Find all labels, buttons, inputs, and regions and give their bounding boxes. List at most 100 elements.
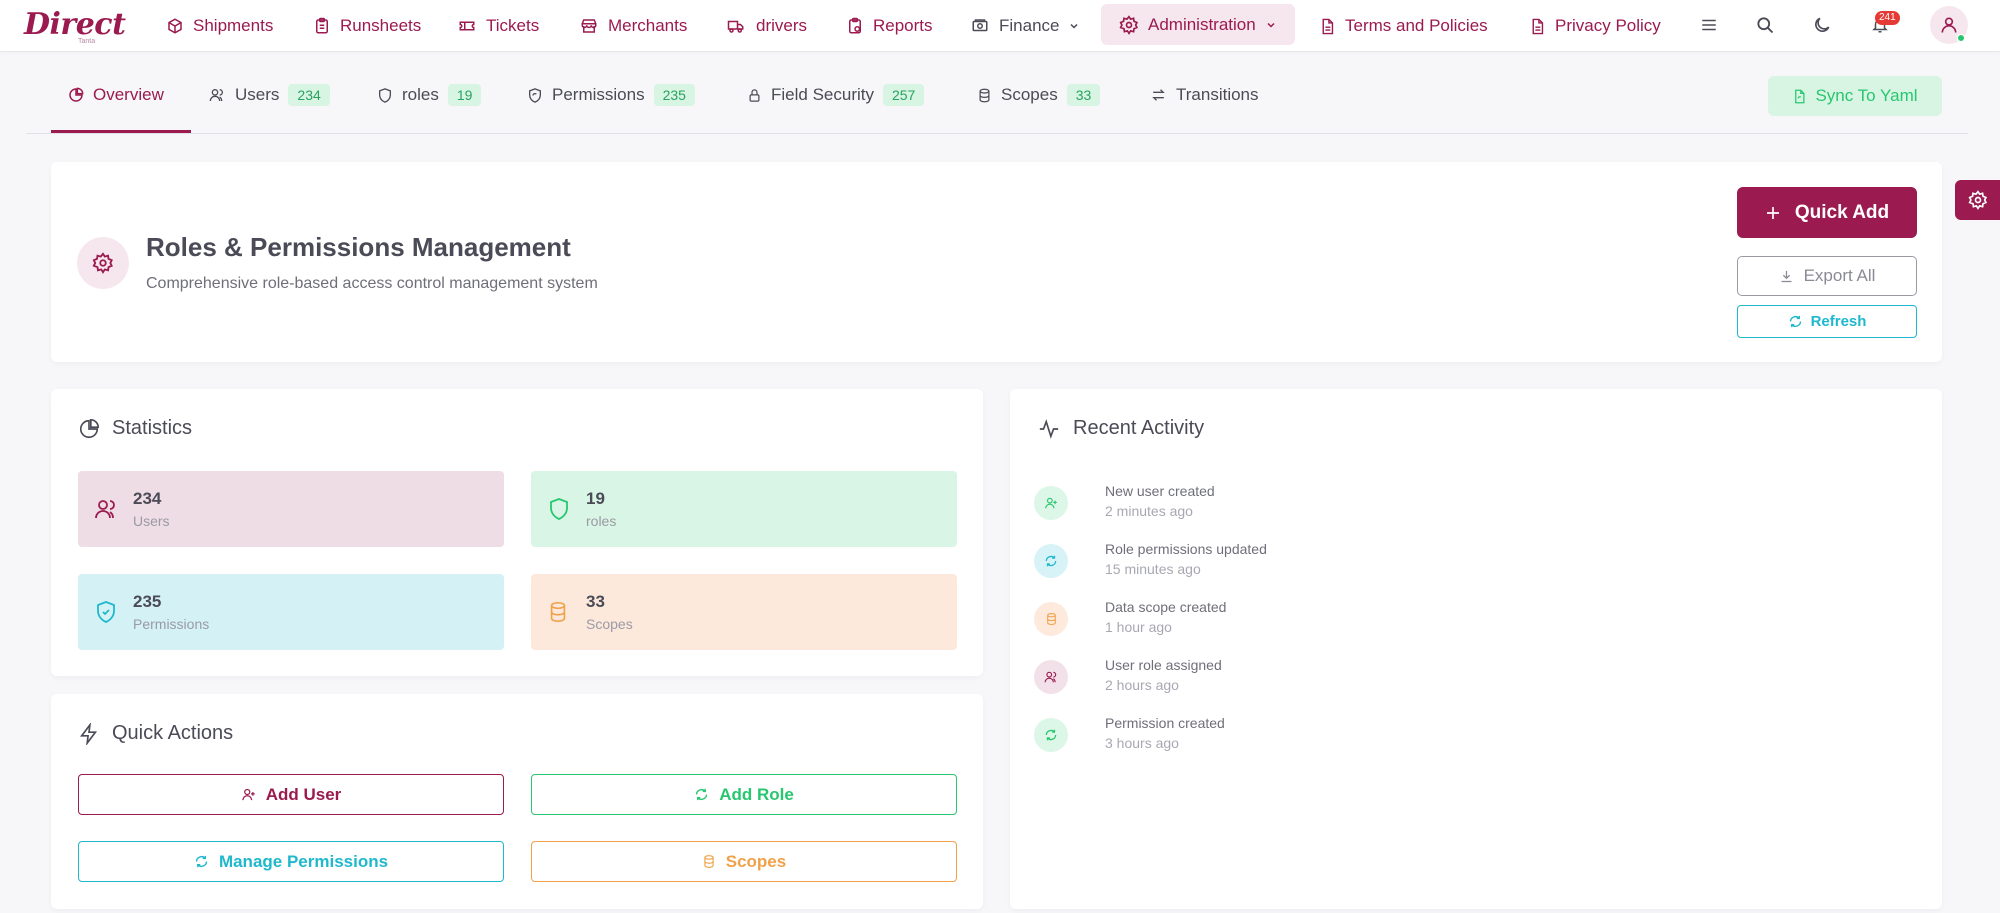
online-status-dot — [1957, 34, 1965, 42]
add-user-label: Add User — [265, 784, 342, 804]
nav-tickets[interactable]: Tickets — [457, 13, 539, 39]
tab-label: Field Security — [771, 85, 874, 104]
activity-time: 3 hours ago — [1105, 735, 1179, 751]
nav-label: Runsheets — [340, 16, 422, 35]
stat-value: 235 — [133, 592, 162, 611]
sync-to-yaml-button[interactable]: Sync To Yaml — [1768, 76, 1942, 116]
nav-label: Finance — [999, 16, 1060, 35]
lock-icon — [749, 88, 760, 102]
gear-icon — [1119, 14, 1139, 35]
tabs-divider — [26, 133, 1968, 134]
arrows-icon — [1152, 89, 1165, 101]
tab-transitions[interactable]: Transitions — [1150, 80, 1259, 110]
cash-icon — [972, 19, 988, 32]
recent-activity-title: Recent Activity — [1037, 417, 1204, 440]
activity-title: Data scope created — [1105, 599, 1227, 615]
shield-icon — [379, 87, 391, 103]
nav-drivers[interactable]: drivers — [725, 13, 807, 39]
nav-label: Privacy Policy — [1555, 16, 1661, 35]
stat-tile-permissions[interactable]: 235 Permissions — [78, 574, 504, 650]
tab-overview[interactable]: Overview — [68, 80, 164, 110]
tab-count-badge: 234 — [288, 84, 330, 106]
statistics-card: Statistics 234 Users 19 roles 235 Permis… — [51, 389, 983, 676]
brand-logo[interactable]: Direct Tanta — [24, 7, 134, 45]
tab-users[interactable]: Users 234 — [208, 80, 330, 110]
manage-permissions-button[interactable]: Manage Permissions — [78, 841, 504, 882]
statistics-title-text: Statistics — [112, 417, 193, 439]
chevron-down-icon — [1070, 23, 1079, 29]
search-button[interactable] — [1752, 12, 1778, 38]
tab-count-badge: 235 — [653, 84, 695, 106]
sync-label: Sync To Yaml — [1815, 86, 1918, 105]
chart-pie-icon — [69, 87, 84, 102]
activity-dot — [1034, 660, 1068, 694]
nav-reports[interactable]: Reports — [846, 13, 933, 39]
stat-value: 33 — [586, 592, 605, 611]
logo-subtext: Tanta — [78, 38, 96, 45]
hamburger-icon — [1702, 19, 1716, 31]
nav-privacy-policy[interactable]: Privacy Policy — [1529, 13, 1661, 39]
tab-count-badge: 33 — [1066, 84, 1101, 106]
activity-time: 15 minutes ago — [1105, 561, 1201, 577]
activity-dot — [1034, 544, 1068, 578]
search-icon — [1757, 17, 1774, 34]
refresh-icon — [1789, 315, 1801, 328]
tab-permissions[interactable]: Permissions 235 — [527, 80, 695, 110]
page-subtitle: Comprehensive role-based access control … — [146, 275, 598, 292]
quick-add-button[interactable]: Quick Add — [1737, 187, 1917, 238]
activity-item: User role assigned 2 hours ago — [1034, 655, 1734, 699]
nav-administration-dropdown[interactable]: Administration — [1101, 4, 1295, 45]
chart-pie-icon — [79, 418, 99, 438]
activity-item: Data scope created 1 hour ago — [1034, 597, 1734, 641]
logo-text: Direct — [24, 7, 126, 42]
tab-label: roles — [402, 85, 439, 104]
nav-runsheets[interactable]: Runsheets — [313, 13, 421, 39]
activity-time: 2 minutes ago — [1105, 503, 1193, 519]
moon-icon — [1815, 17, 1830, 32]
export-all-label: Export All — [1803, 266, 1876, 285]
theme-toggle-button[interactable] — [1809, 12, 1835, 38]
add-user-button[interactable]: Add User — [78, 774, 504, 815]
activity-dot — [1034, 486, 1068, 520]
refresh-label: Refresh — [1810, 313, 1867, 330]
stat-label: Users — [133, 513, 170, 529]
tab-field-security[interactable]: Field Security 257 — [747, 80, 925, 110]
nav-shipments[interactable]: Shipments — [166, 13, 273, 39]
tab-label: Transitions — [1176, 85, 1259, 104]
refresh-icon — [696, 788, 708, 801]
nav-label: Tickets — [486, 16, 540, 35]
database-icon — [979, 88, 990, 102]
menu-button[interactable] — [1696, 12, 1722, 38]
page-title: Roles & Permissions Management — [146, 232, 571, 262]
nav-merchants[interactable]: Merchants — [579, 13, 687, 39]
tab-label: Scopes — [1001, 85, 1058, 104]
activity-time: 1 hour ago — [1105, 619, 1172, 635]
customizer-toggle[interactable] — [1955, 180, 2000, 220]
stat-label: Permissions — [133, 616, 210, 632]
export-all-button[interactable]: Export All — [1737, 256, 1917, 296]
top-navbar: Direct Tanta Shipments Runsheets Tickets… — [0, 0, 2000, 52]
clipboard-icon — [316, 17, 328, 34]
stat-tile-roles[interactable]: 19 roles — [531, 471, 957, 547]
tab-roles[interactable]: roles 19 — [377, 80, 482, 110]
activity-icon — [1039, 418, 1059, 439]
tab-scopes[interactable]: Scopes 33 — [977, 80, 1101, 110]
nav-label: Shipments — [193, 16, 274, 35]
tab-label: Overview — [93, 85, 164, 104]
stat-tile-scopes[interactable]: 33 Scopes — [531, 574, 957, 650]
nav-label: Merchants — [608, 16, 688, 35]
activity-item: Role permissions updated 15 minutes ago — [1034, 539, 1734, 583]
shield-refresh-icon — [529, 87, 541, 103]
stat-tile-users[interactable]: 234 Users — [78, 471, 504, 547]
add-role-button[interactable]: Add Role — [531, 774, 957, 815]
nav-finance-dropdown[interactable]: Finance — [970, 13, 1080, 39]
tab-count-badge: 19 — [447, 84, 482, 106]
quick-actions-title: Quick Actions — [78, 722, 233, 745]
tab-label: Permissions — [552, 85, 645, 104]
activity-title: Role permissions updated — [1105, 541, 1267, 557]
quick-actions-card: Quick Actions Add User Add Role Manage P… — [51, 694, 983, 909]
refresh-button[interactable]: Refresh — [1737, 305, 1917, 338]
scopes-button[interactable]: Scopes — [531, 841, 957, 882]
users-icon — [95, 500, 115, 519]
nav-terms-and-policies[interactable]: Terms and Policies — [1319, 13, 1488, 39]
